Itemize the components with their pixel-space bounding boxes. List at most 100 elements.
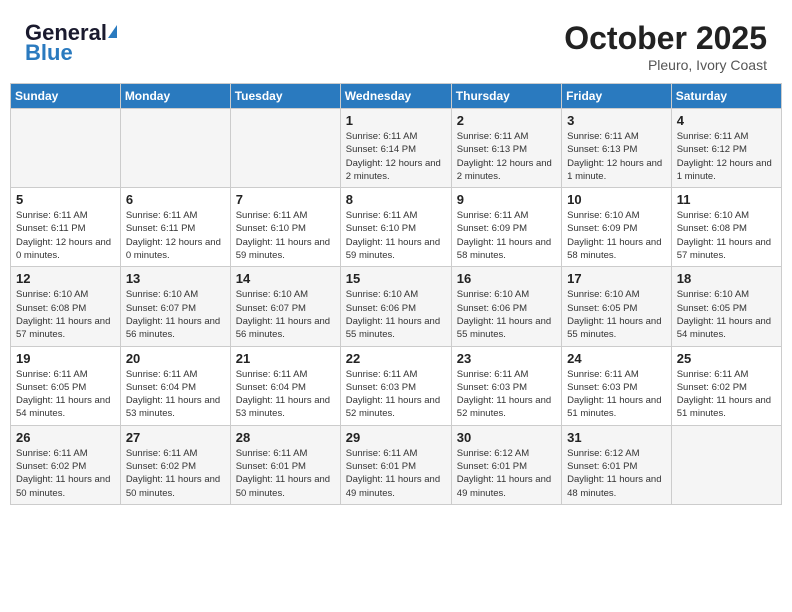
day-info-text: Sunset: 6:06 PM bbox=[346, 302, 446, 315]
day-info-text: Daylight: 11 hours and 51 minutes. bbox=[567, 394, 666, 421]
day-info-text: Daylight: 12 hours and 1 minute. bbox=[567, 157, 666, 184]
day-info-text: Sunrise: 6:11 AM bbox=[677, 130, 776, 143]
day-info-text: Daylight: 11 hours and 57 minutes. bbox=[16, 315, 115, 342]
day-info-text: Sunrise: 6:11 AM bbox=[677, 368, 776, 381]
calendar-cell: 23Sunrise: 6:11 AMSunset: 6:03 PMDayligh… bbox=[451, 346, 561, 425]
calendar-cell: 2Sunrise: 6:11 AMSunset: 6:13 PMDaylight… bbox=[451, 109, 561, 188]
day-info-text: Sunset: 6:04 PM bbox=[126, 381, 225, 394]
calendar-cell: 27Sunrise: 6:11 AMSunset: 6:02 PMDayligh… bbox=[120, 425, 230, 504]
day-info-text: Daylight: 12 hours and 2 minutes. bbox=[346, 157, 446, 184]
day-info-text: Daylight: 11 hours and 52 minutes. bbox=[457, 394, 556, 421]
calendar-cell: 18Sunrise: 6:10 AMSunset: 6:05 PMDayligh… bbox=[671, 267, 781, 346]
day-info-text: Daylight: 11 hours and 50 minutes. bbox=[126, 473, 225, 500]
day-info-text: Sunrise: 6:11 AM bbox=[236, 368, 335, 381]
day-number: 7 bbox=[236, 192, 335, 207]
day-info-text: Sunset: 6:10 PM bbox=[236, 222, 335, 235]
day-info-text: Daylight: 11 hours and 54 minutes. bbox=[677, 315, 776, 342]
weekday-header: Sunday bbox=[11, 84, 121, 109]
calendar-cell: 9Sunrise: 6:11 AMSunset: 6:09 PMDaylight… bbox=[451, 188, 561, 267]
calendar-cell: 31 Sunrise: 6:12 AMSunset: 6:01 PMDayligh… bbox=[562, 425, 672, 504]
day-info-text: Sunset: 6:05 PM bbox=[16, 381, 115, 394]
day-info-text: Sunrise: 6:11 AM bbox=[567, 130, 666, 143]
day-number: 8 bbox=[346, 192, 446, 207]
day-info-text: Sunrise: 6:11 AM bbox=[457, 209, 556, 222]
day-info-text: Sunset: 6:11 PM bbox=[16, 222, 115, 235]
day-info-text: Daylight: 11 hours and 57 minutes. bbox=[677, 236, 776, 263]
calendar-cell: 10Sunrise: 6:10 AMSunset: 6:09 PMDayligh… bbox=[562, 188, 672, 267]
calendar-cell bbox=[120, 109, 230, 188]
day-number: 19 bbox=[16, 351, 115, 366]
day-info-text: Daylight: 11 hours and 53 minutes. bbox=[236, 394, 335, 421]
day-info-text: Daylight: 11 hours and 58 minutes. bbox=[457, 236, 556, 263]
calendar-cell bbox=[11, 109, 121, 188]
calendar-cell: 13Sunrise: 6:10 AMSunset: 6:07 PMDayligh… bbox=[120, 267, 230, 346]
calendar-cell: 26Sunrise: 6:11 AMSunset: 6:02 PMDayligh… bbox=[11, 425, 121, 504]
day-info-text: Sunset: 6:08 PM bbox=[677, 222, 776, 235]
day-info-text: Sunset: 6:01 PM bbox=[567, 460, 666, 473]
calendar-cell: 7Sunrise: 6:11 AMSunset: 6:10 PMDaylight… bbox=[230, 188, 340, 267]
day-info-text: Daylight: 12 hours and 1 minute. bbox=[677, 157, 776, 184]
day-info-text: Sunrise: 6:11 AM bbox=[126, 209, 225, 222]
calendar-cell: 19 Sunrise: 6:11 AMSunset: 6:05 PMDayligh… bbox=[11, 346, 121, 425]
day-number: 6 bbox=[126, 192, 225, 207]
page-header: General Blue October 2025 Pleuro, Ivory … bbox=[10, 10, 782, 78]
logo-triangle-icon bbox=[108, 25, 117, 38]
calendar-table: SundayMondayTuesdayWednesdayThursdayFrid… bbox=[10, 83, 782, 505]
day-number: 25 bbox=[677, 351, 776, 366]
calendar-cell bbox=[230, 109, 340, 188]
day-info-text: Sunrise: 6:10 AM bbox=[457, 288, 556, 301]
calendar-cell: 11 Sunrise: 6:10 AMSunset: 6:08 PMDayligh… bbox=[671, 188, 781, 267]
day-info-text: Daylight: 11 hours and 53 minutes. bbox=[126, 394, 225, 421]
calendar-cell: 14Sunrise: 6:10 AMSunset: 6:07 PMDayligh… bbox=[230, 267, 340, 346]
day-info-text: Sunset: 6:11 PM bbox=[126, 222, 225, 235]
logo-blue: Blue bbox=[25, 40, 73, 66]
day-info-text: Daylight: 11 hours and 56 minutes. bbox=[126, 315, 225, 342]
day-info-text: Sunset: 6:14 PM bbox=[346, 143, 446, 156]
day-number: 2 bbox=[457, 113, 556, 128]
day-number: 17 bbox=[567, 271, 666, 286]
logo: General Blue bbox=[25, 20, 119, 66]
day-info-text: Daylight: 11 hours and 50 minutes. bbox=[236, 473, 335, 500]
day-info-text: Sunrise: 6:12 AM bbox=[567, 447, 666, 460]
weekday-header: Saturday bbox=[671, 84, 781, 109]
day-info-text: Sunrise: 6:10 AM bbox=[346, 288, 446, 301]
day-info-text: Sunrise: 6:10 AM bbox=[677, 209, 776, 222]
day-info-text: Sunrise: 6:11 AM bbox=[346, 130, 446, 143]
location: Pleuro, Ivory Coast bbox=[564, 57, 767, 73]
calendar-cell: 6Sunrise: 6:11 AMSunset: 6:11 PMDaylight… bbox=[120, 188, 230, 267]
weekday-header: Monday bbox=[120, 84, 230, 109]
day-info-text: Sunrise: 6:11 AM bbox=[16, 368, 115, 381]
calendar-cell: 1Sunrise: 6:11 AMSunset: 6:14 PMDaylight… bbox=[340, 109, 451, 188]
day-info-text: Sunrise: 6:11 AM bbox=[567, 368, 666, 381]
calendar-header-row: SundayMondayTuesdayWednesdayThursdayFrid… bbox=[11, 84, 782, 109]
day-info-text: Daylight: 11 hours and 54 minutes. bbox=[16, 394, 115, 421]
day-number: 28 bbox=[236, 430, 335, 445]
calendar-cell: 5Sunrise: 6:11 AMSunset: 6:11 PMDaylight… bbox=[11, 188, 121, 267]
day-info-text: Daylight: 11 hours and 58 minutes. bbox=[567, 236, 666, 263]
calendar-cell: 22Sunrise: 6:11 AMSunset: 6:03 PMDayligh… bbox=[340, 346, 451, 425]
day-info-text: Daylight: 11 hours and 50 minutes. bbox=[16, 473, 115, 500]
calendar-cell: 8Sunrise: 6:11 AMSunset: 6:10 PMDaylight… bbox=[340, 188, 451, 267]
calendar-cell: 4Sunrise: 6:11 AMSunset: 6:12 PMDaylight… bbox=[671, 109, 781, 188]
day-number: 15 bbox=[346, 271, 446, 286]
day-info-text: Sunset: 6:07 PM bbox=[126, 302, 225, 315]
weekday-header: Friday bbox=[562, 84, 672, 109]
calendar-cell: 29Sunrise: 6:11 AMSunset: 6:01 PMDayligh… bbox=[340, 425, 451, 504]
day-info-text: Sunset: 6:03 PM bbox=[567, 381, 666, 394]
weekday-header: Wednesday bbox=[340, 84, 451, 109]
day-info-text: Sunset: 6:05 PM bbox=[677, 302, 776, 315]
day-info-text: Sunrise: 6:12 AM bbox=[457, 447, 556, 460]
day-info-text: Daylight: 11 hours and 48 minutes. bbox=[567, 473, 666, 500]
weekday-header: Thursday bbox=[451, 84, 561, 109]
calendar-cell: 30Sunrise: 6:12 AMSunset: 6:01 PMDayligh… bbox=[451, 425, 561, 504]
day-number: 11 bbox=[677, 192, 776, 207]
day-info-text: Sunrise: 6:11 AM bbox=[346, 447, 446, 460]
day-info-text: Sunrise: 6:10 AM bbox=[567, 209, 666, 222]
day-info-text: Sunrise: 6:11 AM bbox=[16, 209, 115, 222]
day-info-text: Sunset: 6:08 PM bbox=[16, 302, 115, 315]
day-info-text: Sunset: 6:01 PM bbox=[346, 460, 446, 473]
calendar-cell: 24Sunrise: 6:11 AMSunset: 6:03 PMDayligh… bbox=[562, 346, 672, 425]
day-number: 31 bbox=[567, 430, 666, 445]
day-info-text: Sunset: 6:12 PM bbox=[677, 143, 776, 156]
day-number: 16 bbox=[457, 271, 556, 286]
